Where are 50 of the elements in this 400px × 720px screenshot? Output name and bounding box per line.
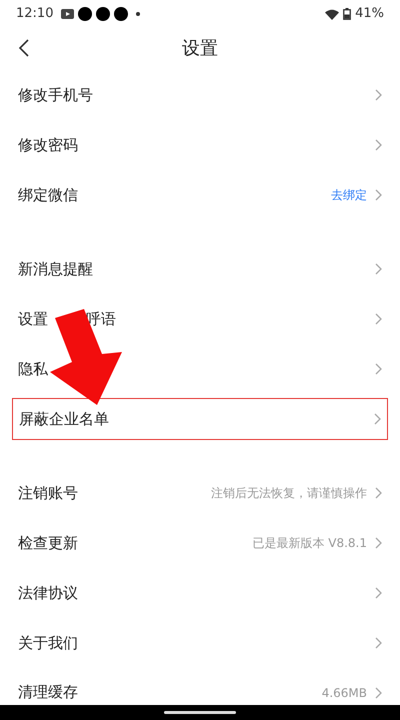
row-label: 新消息提醒 — [18, 258, 93, 280]
chevron-right-icon — [375, 587, 382, 599]
row-label: 隐私 — [18, 358, 48, 380]
battery-percent: 41% — [355, 5, 384, 24]
row-value: 已是最新版本 V8.8.1 — [252, 535, 367, 552]
chevron-right-icon — [375, 263, 382, 275]
chevron-right-icon — [375, 313, 382, 325]
row-label: 屏蔽企业名单 — [19, 408, 109, 430]
more-notifications-icon — [136, 12, 140, 16]
battery-icon — [343, 8, 352, 20]
settings-row[interactable]: 关于我们 — [0, 618, 400, 668]
row-label: 关于我们 — [18, 632, 78, 654]
row-label: 检查更新 — [18, 532, 78, 554]
status-time: 12:10 — [16, 5, 54, 24]
row-label: 设置 — [18, 308, 48, 330]
notification-dot-icon — [114, 7, 128, 21]
settings-row[interactable]: 隐私 — [0, 344, 400, 394]
row-label: 注销账号 — [18, 482, 78, 504]
video-app-icon — [61, 9, 74, 19]
chevron-right-icon — [375, 637, 382, 649]
chevron-right-icon — [375, 537, 382, 549]
row-value: 注销后无法恢复，请谨慎操作 — [211, 485, 367, 502]
notification-dot-icon — [96, 7, 110, 21]
row-label: 修改手机号 — [18, 84, 93, 106]
row-label: 法律协议 — [18, 582, 78, 604]
wifi-icon — [325, 8, 340, 20]
chevron-right-icon — [374, 413, 381, 425]
settings-row[interactable]: 修改密码 — [0, 120, 400, 170]
settings-row[interactable]: 绑定微信 去绑定 — [0, 170, 400, 220]
chevron-right-icon — [375, 89, 382, 101]
settings-row[interactable]: 注销账号 注销后无法恢复，请谨慎操作 — [0, 468, 400, 518]
notification-dot-icon — [78, 7, 92, 21]
settings-row[interactable]: 法律协议 — [0, 568, 400, 618]
chevron-right-icon — [375, 363, 382, 375]
row-label: 清理缓存 — [18, 682, 78, 704]
settings-row[interactable]: 屏蔽企业名单 — [12, 398, 388, 440]
chevron-right-icon — [375, 487, 382, 499]
settings-row[interactable]: 修改手机号 — [0, 70, 400, 120]
chevron-right-icon — [375, 686, 382, 698]
row-label: 修改密码 — [18, 134, 78, 156]
chevron-right-icon — [375, 139, 382, 151]
row-value: 4.66MB — [322, 684, 367, 702]
settings-row[interactable]: 新消息提醒 — [0, 244, 400, 294]
unbind-link[interactable]: 去绑定 — [331, 186, 367, 204]
row-label: 绑定微信 — [18, 184, 78, 206]
settings-row[interactable]: 清理缓存 4.66MB — [0, 668, 400, 705]
chevron-right-icon — [375, 189, 382, 201]
page-title: 设置 — [182, 36, 218, 60]
settings-row[interactable]: 检查更新 已是最新版本 V8.8.1 — [0, 518, 400, 568]
back-icon[interactable] — [18, 39, 29, 57]
